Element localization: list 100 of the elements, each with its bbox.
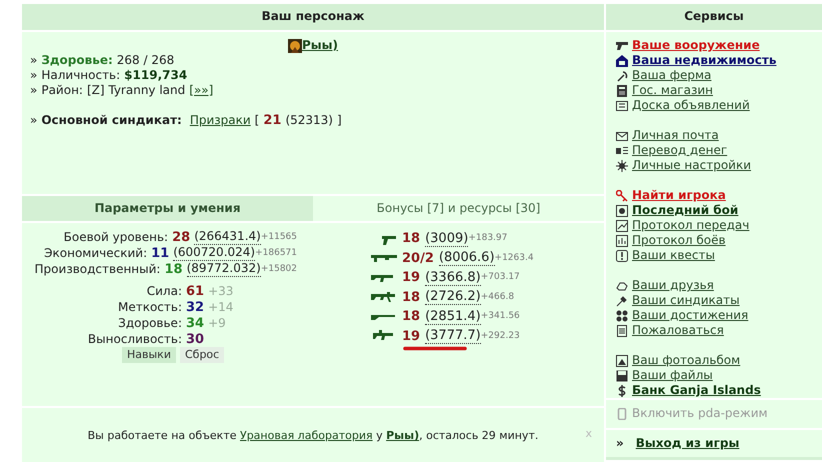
- service-link[interactable]: Последний бой: [632, 203, 738, 218]
- weapon-level: 19: [402, 328, 420, 344]
- service-link[interactable]: Пожаловаться: [632, 323, 724, 338]
- attribute-label: Сила:: [146, 284, 182, 298]
- house-icon: [616, 54, 628, 66]
- avatar-icon: [288, 38, 302, 52]
- bracket: ]: [337, 113, 342, 128]
- service-link[interactable]: Личные настройки: [632, 158, 752, 173]
- service-link[interactable]: Перевод денег: [632, 143, 728, 158]
- stat-value: [Z] Tyranny land: [86, 83, 186, 98]
- attribute-value: 61: [186, 284, 204, 298]
- syndicate-link[interactable]: Призраки: [190, 113, 251, 128]
- service-link[interactable]: Ваши квесты: [632, 248, 715, 263]
- pistol-icon: [616, 40, 628, 52]
- service-link[interactable]: Найти игрока: [632, 188, 726, 203]
- service-link[interactable]: Доска объявлений: [632, 98, 750, 113]
- player-link[interactable]: Рыы): [302, 38, 338, 53]
- attribute-value: 32: [186, 300, 204, 314]
- gear-icon: [616, 160, 628, 172]
- phone-icon: [616, 408, 628, 420]
- attribute-bonus: +14: [208, 300, 234, 314]
- bullet: »: [30, 68, 38, 83]
- attribute-label: Меткость:: [116, 300, 182, 314]
- bullet: »: [616, 436, 624, 451]
- service-link[interactable]: Банк Ganja Islands: [632, 383, 761, 398]
- stat-value: 268 / 268: [116, 53, 174, 68]
- level-value: 11: [151, 246, 170, 260]
- weapon-exp: (8006.6): [438, 250, 495, 266]
- stat-label: Район:: [41, 83, 83, 98]
- bullet: »: [30, 113, 38, 128]
- level-value: 28: [172, 230, 190, 244]
- level-gain: +11565: [260, 230, 297, 244]
- logout-link[interactable]: Выход из игры: [636, 436, 740, 451]
- service-link[interactable]: Ваш фотоальбом: [632, 353, 740, 368]
- service-link[interactable]: Ваша ферма: [632, 68, 712, 83]
- weapon-exp: (3366.8): [425, 270, 481, 286]
- reset-button[interactable]: Сброс: [180, 347, 224, 363]
- envelope-icon: [616, 130, 628, 142]
- attribute-bonus: +33: [208, 284, 234, 298]
- attribute-bonus: +9: [208, 316, 226, 330]
- level-label: Экономический:: [43, 246, 148, 260]
- object-link[interactable]: Урановая лаборатория: [240, 429, 373, 442]
- service-link[interactable]: Протокол боёв: [632, 233, 726, 248]
- weapon-gain: +703.17: [480, 271, 520, 284]
- weapon-level: 18: [402, 290, 420, 305]
- bracket: [: [254, 113, 260, 128]
- syndicate-level: 21: [263, 113, 282, 128]
- syndicate-label: Основной синдикат:: [41, 113, 182, 128]
- weapon-gain: +466.8: [480, 290, 514, 304]
- photo-icon: [616, 354, 628, 366]
- weapon-level: 18: [402, 309, 420, 324]
- service-link[interactable]: Ваши друзья: [632, 278, 714, 293]
- weapon-gain: +292.23: [480, 330, 520, 343]
- weapon-level: 19: [402, 270, 420, 286]
- weapon-gain: +341.56: [480, 310, 520, 324]
- weapon-level: 20/2: [402, 250, 434, 266]
- tab[interactable]: Бонусы [7] и ресурсы [30]: [313, 196, 604, 221]
- attribute-value: 34: [186, 316, 204, 330]
- document-icon: [616, 324, 628, 336]
- level-label: Производственный:: [34, 262, 160, 276]
- stat-label: Наличность:: [41, 68, 120, 83]
- exclamation-icon: [616, 250, 628, 262]
- service-link[interactable]: Ваша недвижимость: [632, 53, 776, 68]
- service-link[interactable]: Ваши достижения: [632, 308, 748, 323]
- weapon-level: 18: [402, 231, 420, 246]
- level-exp: (600720.024): [173, 245, 256, 261]
- skills-button[interactable]: Навыки: [122, 347, 176, 363]
- service-link[interactable]: Ваши файлы: [632, 368, 713, 383]
- weapon-exp: (2726.2): [425, 289, 481, 306]
- notice-text: Вы работаете на объекте Урановая лаборатория у Рыы), осталось 29 минут.: [88, 428, 538, 443]
- stat-label: Здоровье:: [41, 53, 113, 68]
- player-link[interactable]: Рыы): [386, 429, 420, 442]
- panel-title: Ваш персонаж: [22, 4, 604, 30]
- dollar-icon: [616, 384, 628, 396]
- stat-value: $119,734: [124, 68, 188, 83]
- weapon-gain: +183.97: [468, 232, 508, 246]
- level-exp: (266431.4): [194, 229, 261, 245]
- level-gain: +186571: [255, 246, 297, 260]
- district-link[interactable]: [»»]: [189, 83, 214, 98]
- service-link[interactable]: Протокол передач: [632, 218, 750, 233]
- tab[interactable]: Параметры и умения: [22, 196, 313, 221]
- service-link[interactable]: Ваше вооружение: [632, 38, 760, 53]
- list-icon: [616, 144, 628, 156]
- service-link[interactable]: Личная почта: [632, 128, 719, 143]
- bullet: »: [30, 53, 38, 68]
- level-exp: (89772.032): [186, 261, 261, 277]
- weapon-exp: (3777.7): [425, 328, 481, 344]
- chart-icon: [616, 220, 628, 232]
- level-gain: +15802: [260, 262, 297, 276]
- target-icon: [616, 204, 628, 216]
- attribute-value: 30: [186, 332, 204, 346]
- service-link[interactable]: Гос. магазин: [632, 83, 713, 98]
- board-icon: [616, 100, 628, 112]
- bar-chart-icon: [616, 234, 628, 246]
- panel-title: Сервисы: [606, 4, 822, 30]
- level-value: 18: [164, 262, 183, 276]
- gun-icon: [371, 291, 397, 304]
- service-link[interactable]: Ваши синдикаты: [632, 293, 740, 308]
- level-label: Боевой уровень:: [62, 230, 168, 244]
- weapon-exp: (2851.4): [425, 308, 481, 325]
